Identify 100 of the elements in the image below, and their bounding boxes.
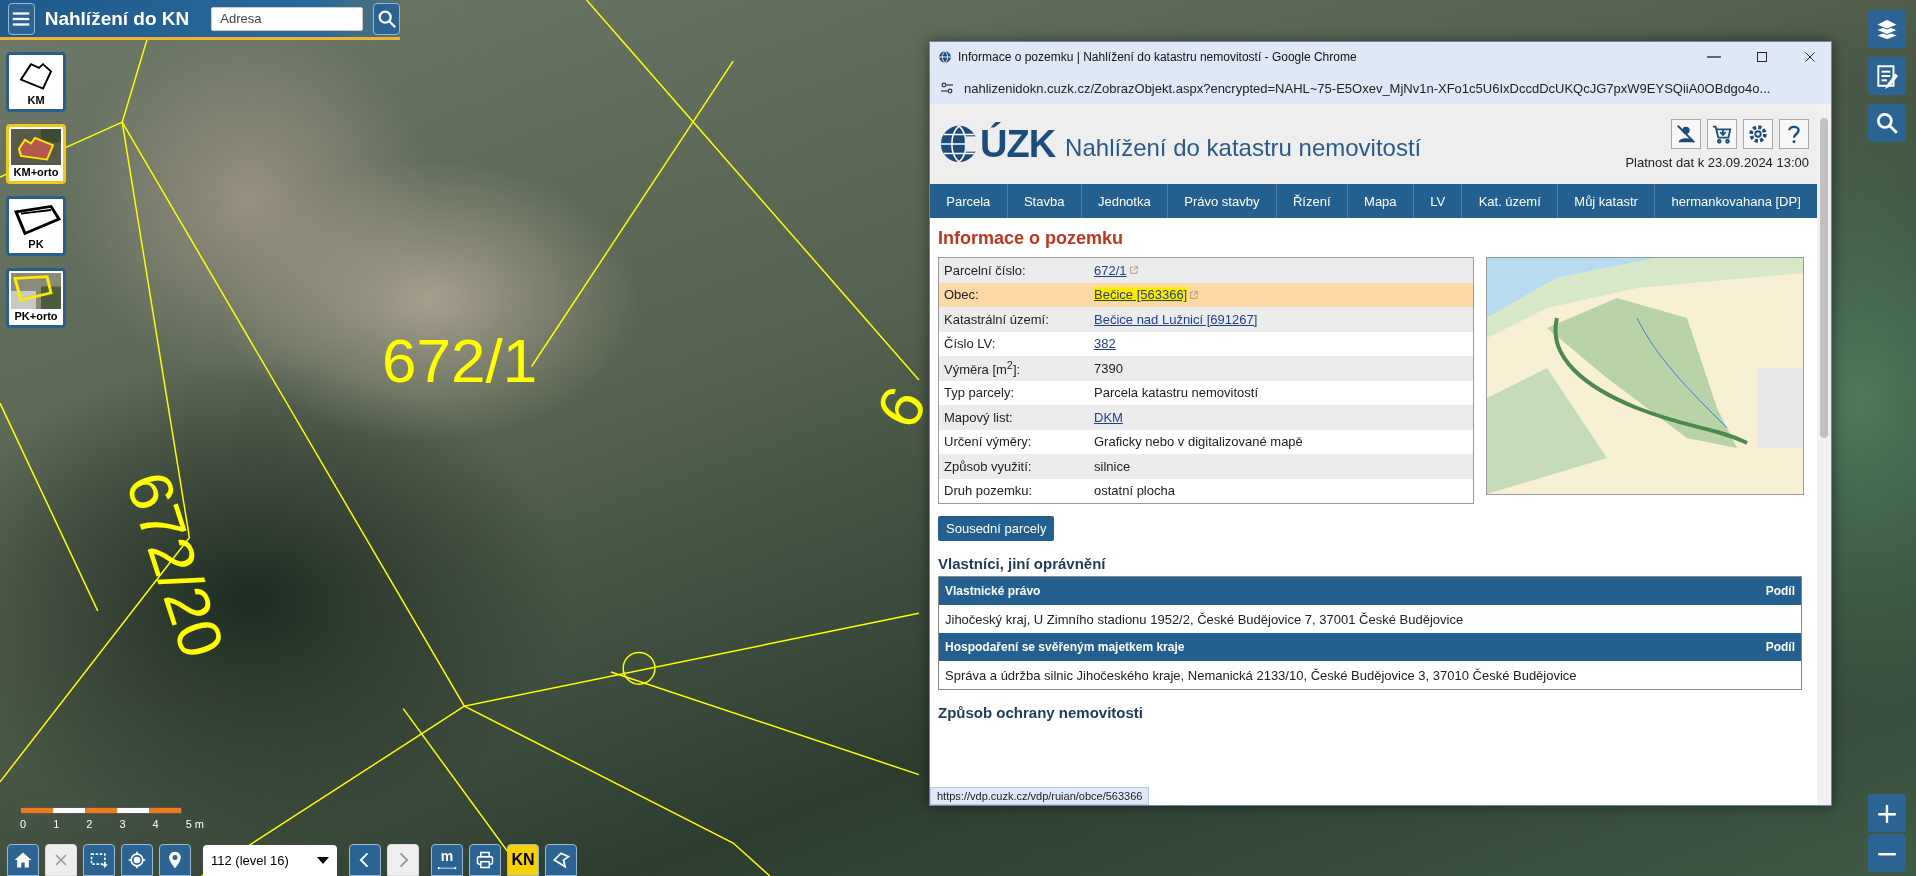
search-button[interactable]: [373, 2, 400, 35]
settings-icon: [1747, 122, 1769, 145]
owner-entry: Správa a údržba silnic Jihočeského kraje, Nemanická 2133/10, České Budějovice 3, 37010 České Budějovice: [944, 666, 1578, 685]
section-heading: Informace o pozemku: [938, 228, 1125, 249]
nav-tab[interactable]: LV: [1413, 184, 1463, 218]
field-link[interactable]: Bečice nad Lužnicí [691267]: [1094, 311, 1258, 327]
nav-tab[interactable]: Kat. území: [1462, 184, 1559, 218]
data-validity: Platnost dat k 23.09.2024 13:00: [1625, 154, 1809, 170]
globe-icon: [938, 50, 952, 64]
field-label: Druh pozemku:: [943, 483, 1034, 499]
external-link-icon: [1128, 265, 1139, 276]
map-layer-button[interactable]: PK+orto: [6, 268, 66, 328]
nav-tab[interactable]: Jednotka: [1081, 184, 1168, 218]
scale-label: 5 m: [185, 818, 204, 830]
field-link[interactable]: 672/1: [1094, 262, 1127, 278]
logout-button[interactable]: [1671, 118, 1701, 149]
field-link[interactable]: 382: [1094, 336, 1116, 352]
crosshair-icon: [127, 850, 147, 870]
home-button[interactable]: [7, 844, 39, 876]
nav-tab[interactable]: Mapa: [1347, 184, 1414, 218]
field-label: Výměra [m$^{2}$]:: [943, 359, 1022, 378]
map-layer-button[interactable]: PK: [6, 196, 66, 256]
section-heading: Vlastníci, jiní oprávnění: [938, 555, 1107, 572]
zoom-level-dropdown[interactable]: 112 (level 16): [203, 845, 337, 876]
nav-tab[interactable]: Právo stavby: [1167, 184, 1277, 218]
minimize-icon: [1707, 56, 1721, 58]
field-link[interactable]: Bečice [563366]: [1094, 287, 1188, 303]
field-value: silnice: [1094, 458, 1131, 474]
field-value: ostatní plocha: [1094, 483, 1175, 499]
legend-button[interactable]: [1868, 57, 1906, 95]
nav-tab[interactable]: Parcela: [930, 184, 1008, 218]
search-icon: [1874, 110, 1900, 136]
nav-tab[interactable]: Stavba: [1007, 184, 1082, 218]
help-button[interactable]: [1779, 118, 1809, 149]
field-label: Katastrální území:: [943, 311, 1050, 327]
layers-button[interactable]: [1868, 10, 1906, 48]
header-title: Hospodaření se svěřeným majetkem kraje: [945, 640, 1185, 654]
scale-label: 1: [53, 818, 60, 830]
settings-button[interactable]: [1743, 118, 1773, 149]
field-label: Parcelní číslo:: [943, 262, 1027, 278]
scale-label: 2: [86, 818, 93, 830]
header-share: Podíl: [1765, 584, 1795, 598]
field-value: Graficky nebo v digitalizované mapě: [1094, 434, 1303, 450]
parcel-number: 672/20: [116, 465, 234, 665]
owner-entry: Jihočeský kraj, U Zimního stadionu 1952/2, České Budějovice 7, 37001 České Budějovice: [944, 610, 1465, 629]
field-value: 7390: [1094, 360, 1123, 376]
search-button[interactable]: [1868, 104, 1906, 142]
layers-icon: [1874, 16, 1900, 42]
pin-button[interactable]: [159, 844, 191, 876]
list-edit-icon: [1874, 63, 1900, 89]
status-url: https://vdp.cuzk.cz/vdp/ruian/obce/563366: [930, 787, 1150, 805]
scale-label: 0: [20, 818, 27, 830]
map-thumbnail-icon: [11, 273, 61, 309]
logo-text: ÚZK: [980, 122, 1056, 166]
globe-logo-icon: [938, 122, 980, 166]
map-layer-button[interactable]: KM: [6, 52, 66, 112]
field-label: Číslo LV:: [943, 336, 997, 352]
shape-button[interactable]: [545, 844, 577, 876]
locate-button[interactable]: [121, 844, 153, 876]
field-value: Parcela katastru nemovitostí: [1094, 385, 1259, 401]
scale-label: 4: [152, 818, 159, 830]
zoom-in-button[interactable]: +: [1868, 794, 1906, 832]
map-thumbnail-icon: [11, 129, 61, 165]
header-share: Podíl: [1765, 640, 1795, 654]
parcel-number: 6: [866, 377, 937, 438]
back-button[interactable]: [349, 844, 381, 876]
map-layer-button[interactable]: KM+orto: [6, 124, 66, 184]
scrollbar-thumb[interactable]: [1820, 118, 1828, 438]
select-area-button[interactable]: [83, 844, 115, 876]
neighbors-button[interactable]: Sousední parcely: [938, 516, 1055, 541]
field-label: Typ parcely:: [943, 385, 1016, 401]
external-link-icon: [1189, 289, 1200, 300]
field-label: Určení výměry:: [943, 434, 1033, 450]
parcel-number: 672/1: [382, 330, 538, 392]
polygon-icon: [551, 850, 571, 870]
nav-tab[interactable]: hermankovahana [DP]: [1655, 184, 1817, 218]
printer-icon: [475, 850, 495, 870]
zoom-out-button[interactable]: −: [1868, 834, 1906, 872]
selection-icon: [89, 850, 109, 870]
cart-button[interactable]: [1707, 118, 1737, 149]
window-title: Informace o pozemku | Nahlížení do katastru nemovitostí - Google Chrome: [958, 50, 1358, 64]
kn-button[interactable]: KN: [507, 844, 539, 876]
nav-tab[interactable]: Můj katastr: [1558, 184, 1656, 218]
nav-tab[interactable]: Řízení: [1276, 184, 1348, 218]
field-label: Mapový list:: [943, 409, 1014, 425]
menu-button[interactable]: [8, 2, 35, 35]
app-title: Nahlížení do KN: [44, 7, 190, 30]
home-icon: [13, 850, 33, 870]
field-label: Způsob využití:: [943, 458, 1033, 474]
site-title: Nahlížení do katastru nemovitostí: [1065, 134, 1423, 162]
measure-button[interactable]: m: [431, 844, 463, 876]
address-search-field[interactable]: Adresa: [211, 6, 364, 31]
section-heading: Způsob ochrany nemovitosti: [938, 704, 1145, 721]
print-button[interactable]: [469, 844, 501, 876]
field-label: Obec:: [943, 287, 980, 303]
scale-label: 3: [119, 818, 126, 830]
field-link[interactable]: DKM: [1094, 409, 1123, 425]
caret-icon: [317, 857, 329, 864]
header-title: Vlastnické právo: [945, 584, 1041, 598]
user-crossed-icon: [1675, 122, 1697, 145]
